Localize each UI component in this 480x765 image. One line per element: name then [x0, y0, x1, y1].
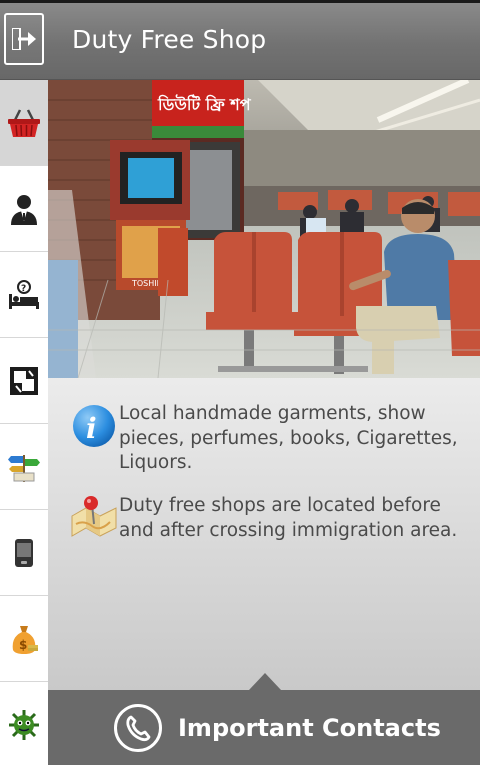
- sidebar: ? $: [0, 80, 48, 765]
- sidebar-item-telecom[interactable]: [0, 510, 48, 596]
- mobile-phone-icon: [15, 538, 33, 567]
- money-bag-icon: $: [12, 625, 38, 654]
- terminal-photo: ডিউটি ফ্রি শপ TOSHIBA: [48, 80, 480, 378]
- phone-icon: [114, 704, 162, 752]
- lodging-question-icon: ?: [9, 279, 39, 309]
- shopping-basket-icon: [8, 108, 40, 137]
- svg-text:i: i: [86, 412, 97, 445]
- main-content: ডিউটি ফ্রি শপ TOSHIBA i Local handmade g…: [48, 80, 480, 690]
- info-icon: i: [73, 405, 115, 447]
- footer-label: Important Contacts: [178, 714, 441, 742]
- sidebar-item-lodging[interactable]: ?: [0, 252, 48, 338]
- officer-icon: [11, 194, 37, 225]
- svg-text:$: $: [19, 638, 27, 652]
- sidebar-item-directions[interactable]: [0, 424, 48, 510]
- directions-sign-icon: [8, 454, 40, 482]
- page-title: Duty Free Shop: [72, 25, 267, 54]
- back-button[interactable]: [4, 13, 44, 65]
- sidebar-item-health[interactable]: [0, 682, 48, 765]
- app-header: Duty Free Shop: [0, 3, 480, 80]
- virus-icon: [9, 709, 39, 740]
- shop-sign: ডিউটি ফ্রি শপ: [157, 94, 252, 114]
- info-text-products: Local handmade garments, show pieces, pe…: [119, 403, 458, 473]
- exit-arrow-icon: [12, 28, 36, 50]
- important-contacts-button[interactable]: Important Contacts: [48, 673, 480, 765]
- svg-text:?: ?: [21, 284, 26, 294]
- map-pin-icon: [71, 496, 117, 537]
- info-text-location: Duty free shops are located before and a…: [119, 495, 458, 541]
- sidebar-item-money[interactable]: $: [0, 596, 48, 682]
- footer-notch: [249, 673, 281, 690]
- currency-exchange-icon: [10, 366, 38, 395]
- sidebar-item-currency[interactable]: [0, 338, 48, 424]
- sidebar-item-customs[interactable]: [0, 166, 48, 252]
- sidebar-item-duty-free[interactable]: [0, 80, 48, 166]
